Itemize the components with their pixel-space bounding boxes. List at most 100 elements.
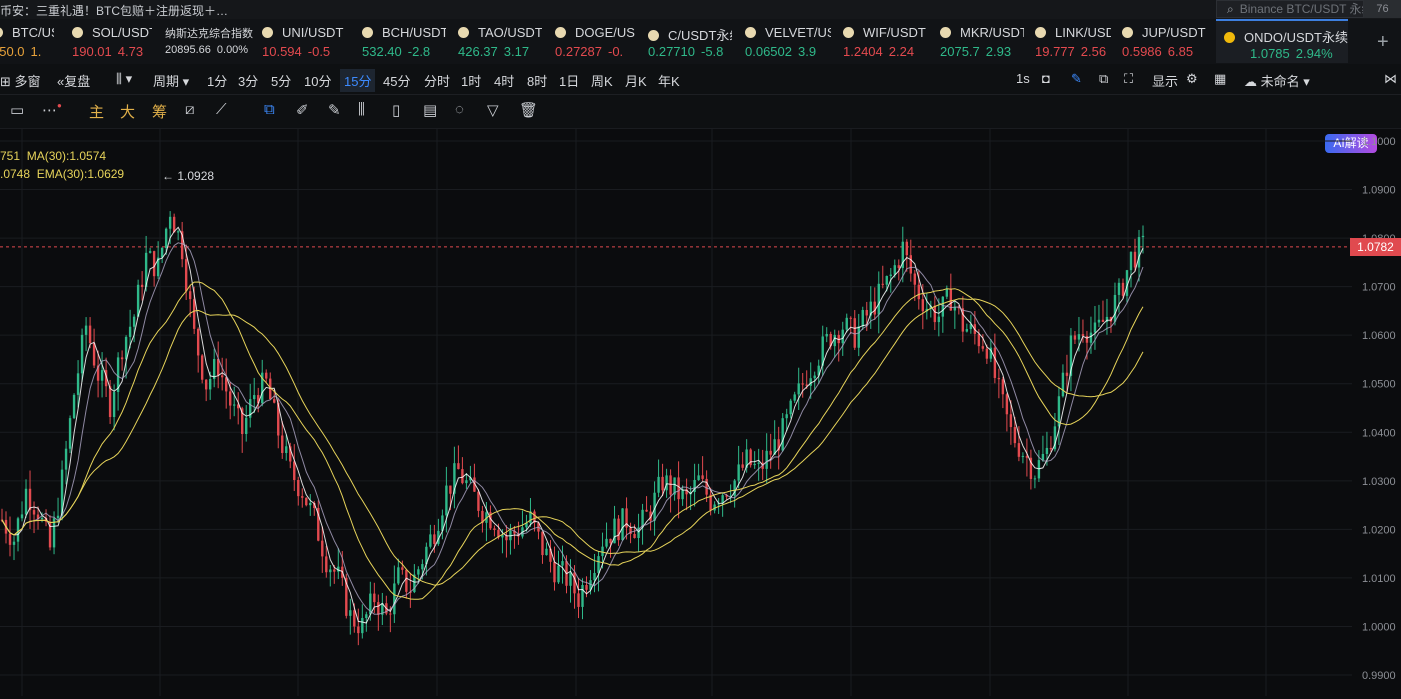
ruler-icon[interactable]: ✐ <box>296 101 309 119</box>
ticker-item[interactable]: JUP/USDT 0.5986 6.85 <box>1122 19 1208 63</box>
candle-body <box>28 488 32 511</box>
candle-body <box>677 477 680 500</box>
interval-12[interactable]: 月K <box>625 71 647 90</box>
ticker-item[interactable]: 纳斯达克综合指数 20895.66 0.00% <box>165 19 253 63</box>
candle-body <box>793 394 796 401</box>
more-icon[interactable]: ⋯● <box>42 101 62 119</box>
ticker-item[interactable]: LINK/USDT 19.777 2.56 <box>1035 19 1111 63</box>
ticker-item[interactable]: DOGE/USDT 0.27287 -0. <box>555 19 635 63</box>
ticker-item[interactable]: BTC/USDT 450.0 1. <box>0 19 54 63</box>
replay-button[interactable]: «复盘 <box>57 71 90 90</box>
settings-icon[interactable]: ⚙ <box>1186 71 1198 87</box>
ticker-item[interactable]: ONDO/USDT永续 1.0785 2.94% <box>1216 19 1348 63</box>
big-order-button[interactable]: 大 <box>120 101 135 122</box>
candle-body <box>477 491 480 511</box>
ticker-item[interactable]: SOL/USDT 190.01 4.73 <box>72 19 152 63</box>
filter-icon[interactable]: ▽ <box>487 101 499 119</box>
candle-body <box>921 299 925 312</box>
candle-body <box>933 305 937 323</box>
ticker-item[interactable]: C/USDT永续0.27710 -5.8 <box>648 19 732 63</box>
display-button[interactable]: 显示 <box>1152 71 1178 90</box>
interval-8[interactable]: 4时 <box>494 71 514 90</box>
candle-body <box>985 348 989 359</box>
candle-body <box>220 375 224 378</box>
candle-body <box>168 216 172 229</box>
candle-body <box>501 535 504 538</box>
fullscreen-icon[interactable]: ⛶ <box>1124 71 1133 87</box>
candle-body <box>128 326 132 337</box>
interval-13[interactable]: 年K <box>658 71 680 90</box>
period-button[interactable]: 周期 ▾ <box>153 71 189 90</box>
ticker-change: 2.24 <box>888 44 915 59</box>
interval-3[interactable]: 10分 <box>304 71 331 90</box>
interval-1[interactable]: 3分 <box>238 71 258 90</box>
y-tick-label: 1.0600 <box>1362 330 1396 342</box>
lock-icon[interactable]: ▯ <box>392 101 400 119</box>
search-input[interactable]: ⌕ Binance BTC/USDT 永续 <box>1216 0 1364 18</box>
indicator-icon[interactable]: ⧄ <box>185 101 195 118</box>
interval-0[interactable]: 1分 <box>207 71 227 90</box>
trash-icon[interactable]: 🗑 <box>519 101 538 119</box>
ticker-item[interactable]: TAO/USDT 426.37 3.17 <box>458 19 542 63</box>
add-ticker-icon[interactable]: + <box>1377 31 1389 54</box>
y-tick-label: 1.0100 <box>1362 573 1396 585</box>
chart-canvas[interactable]: 1.10001.09001.08001.07001.06001.05001.04… <box>0 128 1401 696</box>
chart-type-button[interactable]: ⫼ ▾ <box>116 71 132 87</box>
candle-body <box>1033 478 1037 480</box>
share-icon[interactable]: ⋈ <box>1384 71 1397 87</box>
ticker-price: 532.40 <box>362 44 402 59</box>
note-icon[interactable]: ▤ <box>423 101 437 119</box>
chip-distribution-button[interactable]: 筹 <box>152 101 167 122</box>
ticker-item[interactable]: MKR/USDT 2075.7 2.93 <box>940 19 1024 63</box>
ticker-item[interactable]: WIF/USDT 1.2404 2.24 <box>843 19 927 63</box>
candle-body <box>853 318 856 348</box>
candle-body <box>108 386 112 418</box>
candle-body <box>204 379 208 390</box>
y-tick-label: 1.1000 <box>1362 136 1396 148</box>
popout-icon[interactable]: ⧉ <box>1099 71 1108 87</box>
interval-5[interactable]: 45分 <box>383 71 410 90</box>
refresh-rate[interactable]: 1s <box>1016 71 1030 86</box>
ticker-price: 19.777 <box>1035 44 1075 59</box>
magnet-icon[interactable]: ◌ <box>455 101 464 118</box>
camera-icon[interactable]: ◘ <box>1042 71 1050 86</box>
multi-window-button[interactable]: ⊞ 多窗 <box>0 71 41 90</box>
candle-body <box>781 418 784 451</box>
candle-body <box>757 462 760 464</box>
candle-body <box>389 613 392 615</box>
layout-icon[interactable]: ▦ <box>1214 71 1226 87</box>
copy-icon[interactable]: ⧉ <box>264 101 275 118</box>
ticker-price: 0.27710 <box>648 44 695 59</box>
interval-9[interactable]: 8时 <box>527 71 547 90</box>
ma30-line <box>1 298 1144 586</box>
candle-body <box>112 392 116 418</box>
rectangle-icon[interactable]: ▭ <box>10 101 24 119</box>
candle-body <box>645 509 648 512</box>
brush-icon[interactable]: ✎ <box>328 101 341 119</box>
interval-2[interactable]: 5分 <box>271 71 291 90</box>
candle-body <box>333 569 336 572</box>
bars-icon[interactable]: ⫼ <box>358 101 365 118</box>
ticker-item[interactable]: UNI/USDT 10.594 -0.5 <box>262 19 348 63</box>
interval-10[interactable]: 1日 <box>559 71 579 90</box>
announcement-text[interactable]: 币安：三重礼遇！BTC包赔＋注册返现＋… <box>0 2 228 19</box>
candle-body <box>140 284 144 287</box>
interval-4[interactable]: 15分 <box>340 69 376 92</box>
interval-7[interactable]: 1时 <box>461 71 481 90</box>
ticker-item[interactable]: BCH/USDT 532.40 -2.8 <box>362 19 446 63</box>
pencil-icon[interactable]: ✎ <box>1071 71 1082 87</box>
candle-body <box>569 572 572 586</box>
cloud-layout-button[interactable]: ☁ 未命名 ▾ <box>1244 71 1310 90</box>
candle-body <box>801 383 804 385</box>
candle-body <box>877 283 880 315</box>
ticker-item[interactable]: VELVET/USDT 0.06502 3.9 <box>745 19 831 63</box>
interval-6[interactable]: 分时 <box>424 71 450 90</box>
main-indicator-button[interactable]: 主 <box>89 101 104 122</box>
candle-body <box>885 275 888 285</box>
candle-body <box>917 284 921 300</box>
ticker-change: 2.94% <box>1295 46 1333 61</box>
measure-icon[interactable]: ⟋ <box>216 101 227 118</box>
price-chart[interactable]: 1.10001.09001.08001.07001.06001.05001.04… <box>0 128 1401 696</box>
candle-body <box>88 325 92 344</box>
interval-11[interactable]: 周K <box>591 71 613 90</box>
